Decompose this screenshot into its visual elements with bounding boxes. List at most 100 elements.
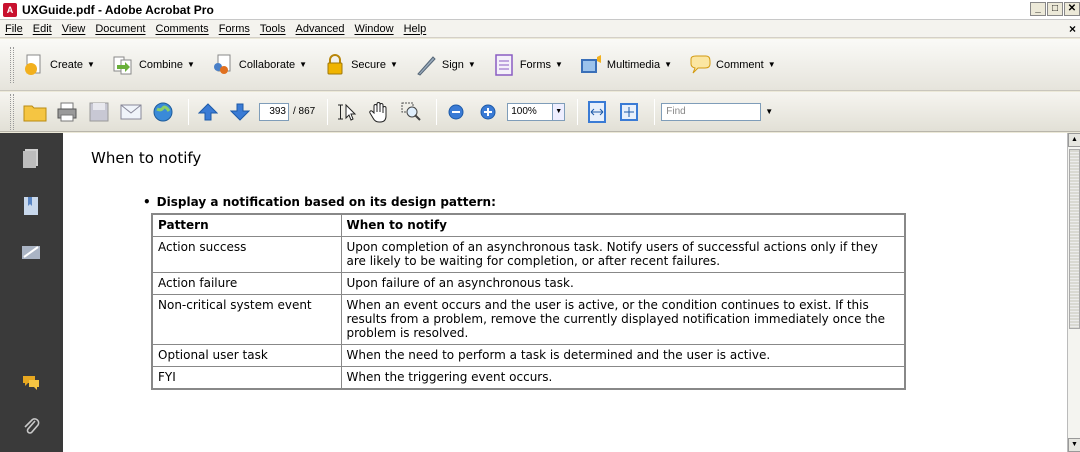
table-cell: When the triggering event occurs. [340, 366, 906, 390]
chevron-down-icon: ▼ [186, 60, 195, 69]
find-dropdown-icon[interactable]: ▼ [765, 107, 773, 116]
signatures-icon[interactable] [20, 241, 42, 263]
marquee-zoom-button[interactable] [398, 99, 424, 125]
printer-icon [57, 102, 77, 121]
menu-edit[interactable]: Edit [28, 23, 57, 35]
multimedia-icon [580, 54, 601, 73]
zoom-in-icon [480, 104, 496, 119]
email-button[interactable] [118, 99, 144, 125]
menu-comments[interactable]: Comments [151, 23, 214, 35]
scroll-down-icon[interactable]: ▼ [1068, 438, 1080, 452]
menu-advanced[interactable]: Advanced [291, 23, 350, 35]
zoom-out-button[interactable] [443, 99, 469, 125]
zoom-dropdown-icon[interactable]: ▼ [553, 102, 566, 121]
bookmarks-icon[interactable] [20, 195, 42, 217]
print-button[interactable] [54, 99, 80, 125]
bullet-text: Display a notification based on its desi… [156, 195, 496, 209]
fit-width-button[interactable] [584, 99, 610, 125]
pages-icon[interactable] [20, 147, 42, 169]
page-number-input[interactable]: 393 [259, 102, 289, 121]
create-label: Create [50, 58, 84, 71]
scroll-thumb[interactable] [1069, 149, 1080, 329]
table-cell: Upon completion of an asynchronous task.… [340, 236, 906, 273]
page-total: / 867 [293, 106, 316, 117]
zoom-level-input[interactable]: 100% [507, 102, 554, 121]
menu-bar: File Edit View Document Comments Forms T… [0, 20, 1080, 38]
vertical-scrollbar[interactable]: ▲ ▼ [1067, 133, 1080, 452]
secure-button[interactable]: Secure ▼ [323, 53, 398, 77]
table-cell: When the need to perform a task is deter… [340, 344, 906, 367]
bullet-item: • Display a notification based on its des… [143, 195, 496, 209]
hand-tool-button[interactable] [366, 99, 392, 125]
bullet-dot: • [143, 195, 151, 209]
toolbar-grip[interactable] [10, 46, 14, 83]
title-bar: A UXGuide.pdf - Adobe Acrobat Pro _ □ ✕ [0, 0, 1080, 20]
zoom-in-button[interactable] [475, 99, 501, 125]
disk-icon [89, 102, 109, 121]
acrobat-icon: A [3, 2, 17, 17]
comment-icon [690, 55, 711, 73]
forms-label: Forms [519, 58, 551, 71]
navigation-toolbar: 393 / 867 100% ▼ Find ▼ [0, 92, 1080, 132]
forms-button[interactable]: Forms ▼ [492, 53, 563, 77]
chevron-down-icon: ▼ [87, 60, 95, 69]
window-controls: _ □ ✕ [1029, 2, 1080, 16]
chevron-down-icon: ▼ [767, 60, 776, 69]
close-button[interactable]: ✕ [1064, 2, 1080, 16]
table-row: Action success Upon completion of an asy… [151, 236, 906, 273]
create-button[interactable]: Create ▼ [22, 53, 95, 77]
toolbar-separator [327, 98, 329, 125]
open-button[interactable] [22, 99, 48, 125]
toolbar-separator [188, 98, 189, 125]
table-cell: When an event occurs and the user is act… [340, 294, 906, 345]
table-cell: Optional user task [151, 344, 342, 367]
navigation-panel [0, 133, 63, 452]
multimedia-button[interactable]: Multimedia ▼ [579, 53, 672, 77]
document-page: When to notify • Display a notification b… [63, 133, 1067, 452]
menu-forms[interactable]: Forms [214, 23, 255, 35]
text-cursor-arrow-icon [338, 103, 357, 121]
chevron-down-icon: ▼ [467, 60, 476, 69]
window-title: UXGuide.pdf - Adobe Acrobat Pro [22, 2, 214, 17]
menu-document[interactable]: Document [90, 23, 150, 35]
toolbar-grip[interactable] [10, 93, 14, 130]
menu-tools[interactable]: Tools [255, 23, 291, 35]
table-cell: Action success [151, 236, 342, 273]
collaborate-button[interactable]: Collaborate ▼ [211, 53, 307, 77]
comment-button[interactable]: Comment ▼ [688, 53, 776, 77]
find-input[interactable]: Find [661, 102, 762, 121]
previous-page-button[interactable] [195, 99, 221, 125]
scroll-up-icon[interactable]: ▲ [1068, 133, 1080, 147]
table-row: FYI When the triggering event occurs. [151, 366, 906, 390]
lock-icon [327, 53, 343, 74]
table-header-row: Pattern When to notify [151, 213, 906, 237]
save-button[interactable] [86, 99, 112, 125]
zoom-out-icon [448, 104, 464, 119]
menu-view[interactable]: View [57, 23, 91, 35]
menu-help[interactable]: Help [399, 23, 432, 35]
comments-icon[interactable] [20, 371, 42, 393]
maximize-button[interactable]: □ [1047, 2, 1063, 16]
folder-icon [23, 105, 47, 121]
column-header-pattern: Pattern [151, 213, 342, 237]
combine-button[interactable]: Combine ▼ [111, 53, 195, 77]
table-row: Non-critical system event When an event … [151, 294, 906, 345]
tasks-toolbar: Create ▼ Combine ▼ Collaborate ▼ Secure ▼ Si… [0, 39, 1080, 91]
select-tool-button[interactable] [334, 99, 360, 125]
close-document-icon[interactable]: × [1069, 22, 1076, 36]
notification-table: Pattern When to notify Action success Up… [151, 213, 906, 390]
table-cell: Action failure [151, 272, 342, 295]
menu-window[interactable]: Window [349, 23, 398, 35]
fit-page-button[interactable] [616, 99, 642, 125]
next-page-button[interactable] [227, 99, 253, 125]
collaborate-label: Collaborate [238, 58, 296, 71]
web-button[interactable] [150, 99, 176, 125]
table-cell: Upon failure of an asynchronous task. [340, 272, 906, 295]
minimize-button[interactable]: _ [1030, 2, 1046, 16]
envelope-icon [120, 104, 142, 119]
sign-button[interactable]: Sign ▼ [414, 53, 476, 77]
multimedia-label: Multimedia [606, 58, 661, 71]
attachments-icon[interactable] [20, 415, 42, 437]
menu-file[interactable]: File [0, 23, 28, 35]
chevron-down-icon: ▼ [299, 60, 308, 69]
